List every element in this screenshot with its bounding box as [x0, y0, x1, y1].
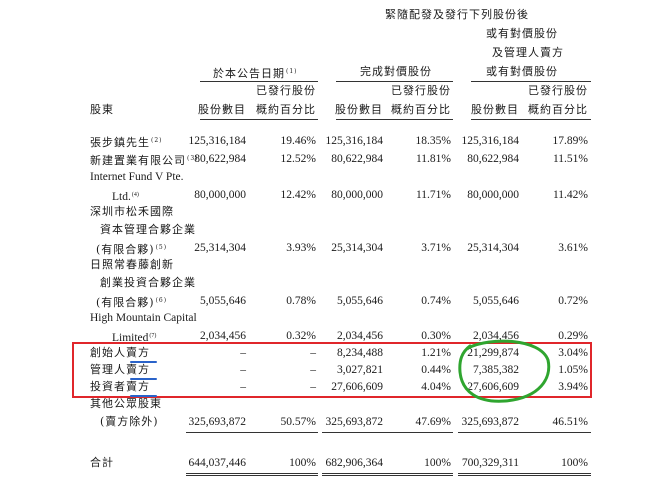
green-circle-annotation [458, 339, 551, 403]
